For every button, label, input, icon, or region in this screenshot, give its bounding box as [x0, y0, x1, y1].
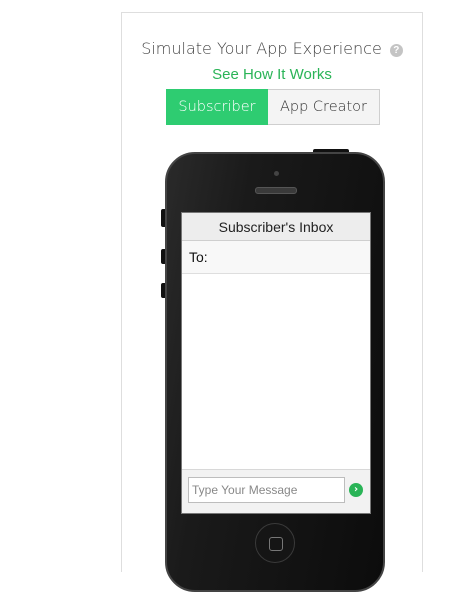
message-input[interactable]: [188, 477, 345, 503]
message-list: [182, 274, 370, 470]
phone-mockup: Subscriber's Inbox To: ›: [165, 152, 385, 592]
simulator-title-row: Simulate Your App Experience?: [122, 39, 422, 58]
tab-app-creator[interactable]: App Creator: [268, 89, 380, 125]
question-circle-icon[interactable]: ?: [389, 44, 403, 57]
simulator-panel: Simulate Your App Experience? See How It…: [121, 12, 423, 592]
inbox-header: Subscriber's Inbox: [182, 213, 370, 241]
phone-camera: [274, 171, 279, 176]
phone-screen: Subscriber's Inbox To: ›: [181, 212, 371, 514]
compose-bar: ›: [182, 469, 370, 513]
simulator-title: Simulate Your App Experience: [141, 39, 382, 58]
to-label: To:: [189, 249, 208, 265]
home-button-icon: [269, 537, 283, 551]
home-button[interactable]: [255, 523, 295, 563]
see-how-it-works-link[interactable]: See How It Works: [122, 66, 422, 83]
to-field[interactable]: To:: [182, 241, 370, 274]
send-arrow-icon[interactable]: ›: [349, 483, 363, 497]
tab-subscriber[interactable]: Subscriber: [166, 89, 268, 125]
role-toggle: Subscriber App Creator: [166, 89, 380, 125]
phone-speaker: [255, 187, 297, 194]
